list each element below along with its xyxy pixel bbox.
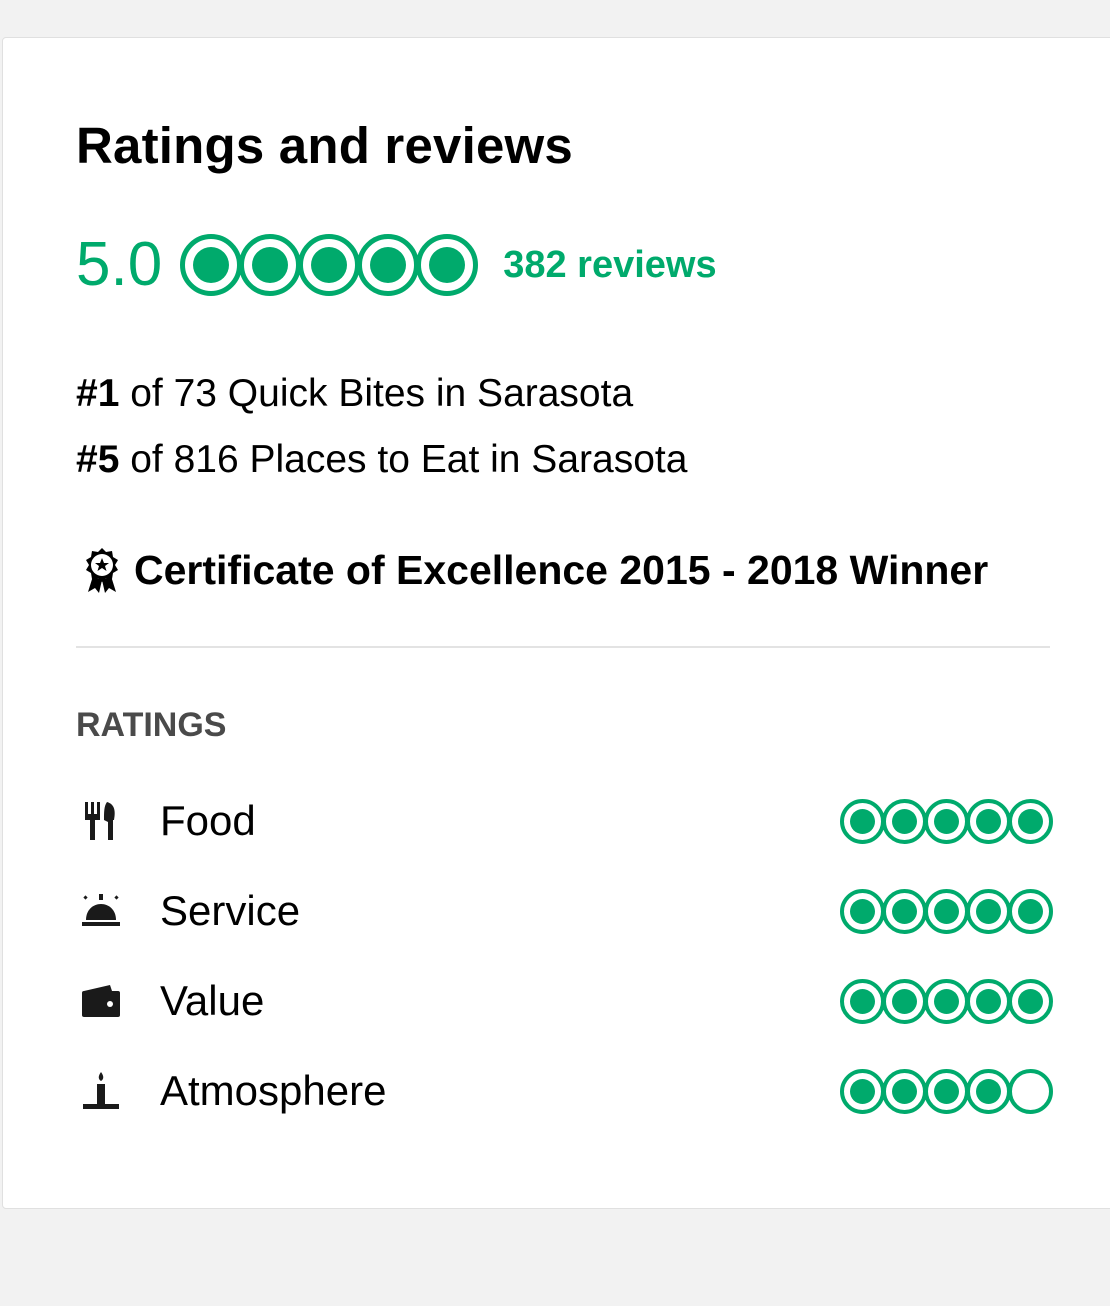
filled-bubble-icon [840,1068,885,1114]
filled-bubble-icon [966,798,1011,844]
overall-bubble-rating [180,234,479,296]
rating-row-atmosphere: Atmosphere [76,1063,1053,1119]
filled-bubble-icon [416,234,479,296]
filled-bubble-icon [924,1068,969,1114]
overall-score: 5.0 [76,230,163,299]
ranking-quick-bites[interactable]: #1 of 73 Quick Bites in Sarasota [76,372,633,416]
service-bell-icon [76,888,126,934]
filled-bubble-icon [966,978,1011,1024]
candle-icon [76,1068,126,1114]
rating-label: Food [160,797,256,844]
filled-bubble-icon [966,888,1011,934]
rating-label: Value [160,977,265,1024]
value-bubble-rating [840,978,1053,1024]
wallet-icon [76,978,126,1024]
award-text: Certificate of Excellence 2015 - 2018 Wi… [134,546,989,593]
atmosphere-bubble-rating [840,1068,1053,1114]
filled-bubble-icon [882,978,927,1024]
filled-bubble-icon [298,234,361,296]
ratings-card [2,37,1110,1209]
service-bubble-rating [840,888,1053,934]
filled-bubble-icon [840,978,885,1024]
filled-bubble-icon [924,888,969,934]
award-ribbon-icon [86,548,118,593]
filled-bubble-icon [1008,888,1053,934]
filled-bubble-icon [924,798,969,844]
rating-row-value: Value [76,973,1053,1029]
filled-bubble-icon [924,978,969,1024]
rating-row-service: Service [76,883,1053,939]
certificate-of-excellence: Certificate of Excellence 2015 - 2018 Wi… [80,546,988,594]
rating-summary: 5.0 382 reviews [76,232,717,298]
section-heading: Ratings and reviews [76,117,573,174]
rating-label: Atmosphere [160,1067,387,1114]
filled-bubble-icon [882,1068,927,1114]
filled-bubble-icon [840,798,885,844]
ranking-number: #1 [76,372,120,415]
ranking-text: of 73 Quick Bites in Sarasota [119,372,634,415]
food-bubble-rating [840,798,1053,844]
empty-bubble-icon [1008,1068,1053,1114]
filled-bubble-icon [180,234,243,296]
rating-label: Service [160,887,301,934]
rating-row-food: Food [76,793,1053,849]
ranking-number: #5 [76,438,120,481]
ranking-text: of 816 Places to Eat in Sarasota [119,438,688,481]
filled-bubble-icon [840,888,885,934]
fork-knife-icon [76,798,126,844]
ratings-section-title: RATINGS [76,706,227,744]
ranking-places-to-eat[interactable]: #5 of 816 Places to Eat in Sarasota [76,438,687,482]
filled-bubble-icon [357,234,420,296]
filled-bubble-icon [1008,978,1053,1024]
filled-bubble-icon [1008,798,1053,844]
filled-bubble-icon [882,798,927,844]
filled-bubble-icon [966,1068,1011,1114]
filled-bubble-icon [239,234,302,296]
divider [76,646,1050,648]
filled-bubble-icon [882,888,927,934]
reviews-count-link[interactable]: 382 reviews [503,244,716,287]
